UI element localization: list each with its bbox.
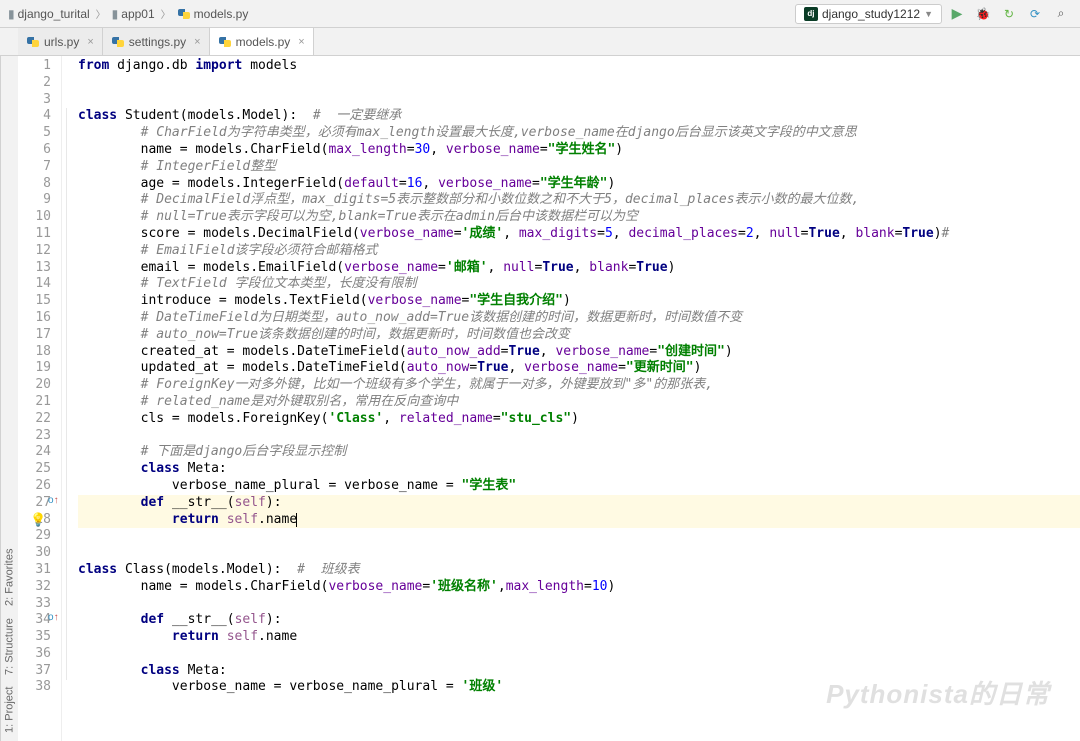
watermark: Pythonista的日常 xyxy=(826,674,1050,711)
update-button[interactable]: ⟳ xyxy=(1024,3,1046,25)
code-line[interactable]: class Class(models.Model): # 班级表 xyxy=(78,562,1080,579)
breadcrumb-folder[interactable]: ▮app01 xyxy=(112,7,155,21)
code-line[interactable]: updated_at = models.DateTimeField(auto_n… xyxy=(78,360,1080,377)
python-file-icon xyxy=(218,35,232,49)
favorites-panel-toggle[interactable]: 2: Favorites xyxy=(4,548,16,605)
breadcrumb-file[interactable]: models.py xyxy=(177,7,249,21)
close-icon[interactable]: × xyxy=(194,36,200,48)
code-line[interactable] xyxy=(78,75,1080,92)
code-editor[interactable]: from django.db import models class Studen… xyxy=(76,56,1080,741)
search-button[interactable]: ⌕ xyxy=(1050,3,1072,25)
code-line[interactable]: from django.db import models xyxy=(78,58,1080,75)
python-file-icon xyxy=(177,7,191,21)
rerun-icon: ↻ xyxy=(1004,7,1014,21)
code-line[interactable]: # 下面是django后台字段显示控制 xyxy=(78,444,1080,461)
code-line[interactable]: created_at = models.DateTimeField(auto_n… xyxy=(78,344,1080,361)
code-line[interactable]: # DateTimeField为日期类型，auto_now_add=True该数… xyxy=(78,310,1080,327)
structure-panel-toggle[interactable]: 7: Structure xyxy=(4,618,16,675)
code-line[interactable]: score = models.DecimalField(verbose_name… xyxy=(78,226,1080,243)
intention-bulb-icon[interactable]: 💡 xyxy=(30,512,46,528)
code-line[interactable] xyxy=(78,92,1080,109)
line-number-gutter[interactable]: 1234567891011121314151617181920212223242… xyxy=(18,56,62,741)
code-line[interactable] xyxy=(78,596,1080,613)
breadcrumb: ▮django_turital 〉 ▮app01 〉 models.py xyxy=(8,6,248,21)
code-line[interactable]: # EmailField该字段必须符合邮箱格式 xyxy=(78,243,1080,260)
code-line[interactable]: # related_name是对外键取别名，常用在反向查询中 xyxy=(78,394,1080,411)
code-line[interactable]: # null=True表示字段可以为空,blank=True表示在admin后台… xyxy=(78,209,1080,226)
main-area: 1: Project 7: Structure 2: Favorites 123… xyxy=(0,56,1080,741)
close-icon[interactable]: × xyxy=(298,36,304,48)
dropdown-icon: ▼ xyxy=(924,9,933,19)
django-icon: dj xyxy=(804,7,818,21)
code-line[interactable]: class Meta: xyxy=(78,461,1080,478)
code-line[interactable]: # IntegerField整型 xyxy=(78,159,1080,176)
folder-icon: ▮ xyxy=(8,7,15,21)
rerun-button[interactable]: ↻ xyxy=(998,3,1020,25)
code-line[interactable] xyxy=(78,646,1080,663)
python-file-icon xyxy=(26,35,40,49)
code-line[interactable]: # CharField为字符串类型，必须有max_length设置最大长度,ve… xyxy=(78,125,1080,142)
code-line[interactable]: # ForeignKey一对多外键，比如一个班级有多个学生，就属于一对多，外键要… xyxy=(78,377,1080,394)
folder-icon: ▮ xyxy=(112,7,119,21)
run-config-selector[interactable]: dj django_study1212 ▼ xyxy=(795,4,942,24)
code-line[interactable]: introduce = models.TextField(verbose_nam… xyxy=(78,293,1080,310)
code-line[interactable]: return self.name xyxy=(78,512,1080,529)
code-line[interactable]: verbose_name_plural = verbose_name = "学生… xyxy=(78,478,1080,495)
code-line[interactable] xyxy=(78,428,1080,445)
code-line[interactable]: return self.name xyxy=(78,629,1080,646)
project-panel-toggle[interactable]: 1: Project xyxy=(4,687,16,733)
code-line[interactable] xyxy=(78,528,1080,545)
chevron-right-icon: 〉 xyxy=(96,6,106,21)
code-line[interactable]: email = models.EmailField(verbose_name='… xyxy=(78,260,1080,277)
breadcrumb-root[interactable]: ▮django_turital xyxy=(8,7,90,21)
code-line[interactable]: name = models.CharField(verbose_name='班级… xyxy=(78,579,1080,596)
main-toolbar: ▮django_turital 〉 ▮app01 〉 models.py dj … xyxy=(0,0,1080,28)
play-icon: ▶ xyxy=(952,5,963,22)
code-line[interactable]: def __str__(self): xyxy=(78,612,1080,629)
code-line[interactable]: # auto_now=True该条数据创建的时间，数据更新时，时间数值也会改变 xyxy=(78,327,1080,344)
bug-icon: 🐞 xyxy=(976,7,991,21)
debug-button[interactable]: 🐞 xyxy=(972,3,994,25)
code-line[interactable]: class Student(models.Model): # 一定要继承 xyxy=(78,108,1080,125)
code-line[interactable]: age = models.IntegerField(default=16, ve… xyxy=(78,176,1080,193)
code-line[interactable]: # DecimalField浮点型，max_digits=5表示整数部分和小数位… xyxy=(78,192,1080,209)
close-icon[interactable]: × xyxy=(87,36,93,48)
chevron-right-icon: 〉 xyxy=(161,6,171,21)
code-line[interactable]: cls = models.ForeignKey('Class', related… xyxy=(78,411,1080,428)
search-icon: ⌕ xyxy=(1058,6,1065,21)
fold-gutter[interactable] xyxy=(62,56,76,741)
code-line[interactable]: name = models.CharField(max_length=30, v… xyxy=(78,142,1080,159)
left-tool-stripe: 1: Project 7: Structure 2: Favorites xyxy=(0,56,18,741)
code-line[interactable] xyxy=(78,545,1080,562)
toolbar-actions: dj django_study1212 ▼ ▶ 🐞 ↻ ⟳ ⌕ xyxy=(795,3,1072,25)
tab-models[interactable]: models.py× xyxy=(210,28,314,55)
tab-urls[interactable]: urls.py× xyxy=(18,28,103,55)
code-line[interactable]: # TextField 字段位文本类型，长度没有限制 xyxy=(78,276,1080,293)
tab-settings[interactable]: settings.py× xyxy=(103,28,210,55)
update-icon: ⟳ xyxy=(1030,7,1040,21)
editor-tabs: urls.py× settings.py× models.py× xyxy=(0,28,1080,56)
code-line[interactable]: def __str__(self): xyxy=(78,495,1080,512)
run-button[interactable]: ▶ xyxy=(946,3,968,25)
python-file-icon xyxy=(111,35,125,49)
